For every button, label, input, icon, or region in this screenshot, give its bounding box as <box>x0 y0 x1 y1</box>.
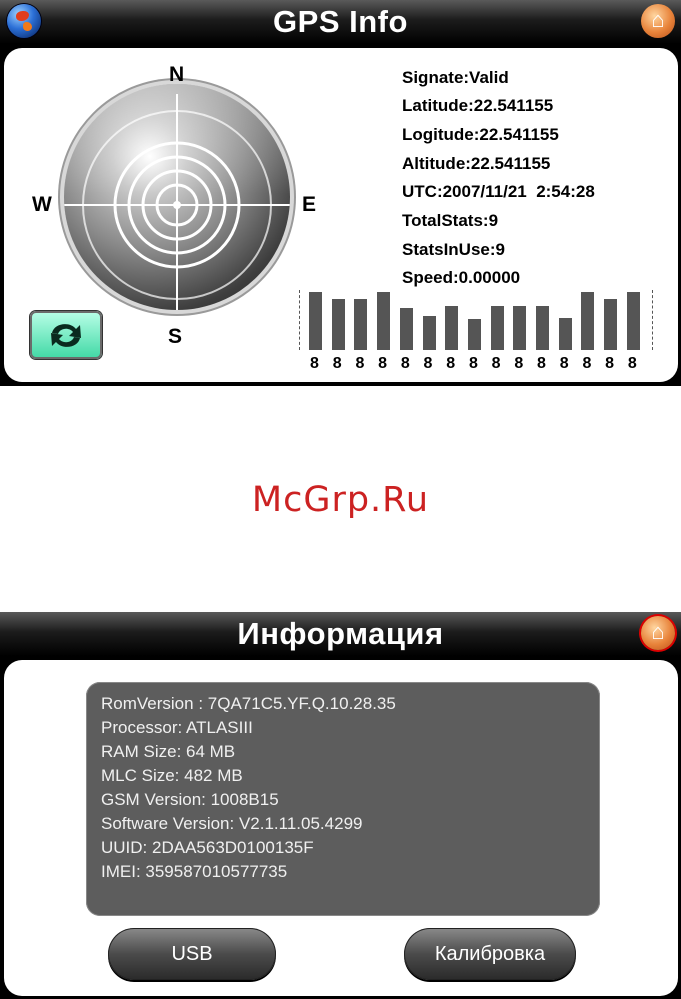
satellite-bar <box>354 299 368 350</box>
satellite-bar <box>626 292 640 350</box>
calibration-button[interactable]: Калибровка <box>404 928 576 980</box>
compass-west: W <box>32 193 52 216</box>
processor: Processor: ATLASIII <box>101 718 253 737</box>
satellite-id-label: 8 <box>310 355 319 372</box>
satellite-bar <box>467 319 481 350</box>
software-version: Software Version: V2.1.11.05.4299 <box>101 814 363 833</box>
satellites-in-use: StatsInUse:9 <box>402 240 505 259</box>
satellite-bar <box>536 306 549 350</box>
mlc-size: MLC Size: 482 MB <box>101 766 243 785</box>
home-icon[interactable]: ⌂ <box>641 616 675 650</box>
satellite-id-label: 8 <box>491 355 501 372</box>
satellite-id-label: 8 <box>605 355 615 372</box>
gsm-version: GSM Version: 1008B15 <box>101 790 279 809</box>
satellite-id-label: 8 <box>514 355 524 372</box>
gps-title: GPS Info <box>273 4 408 39</box>
satellite-id-label: 8 <box>355 355 365 372</box>
satellite-bar <box>604 299 618 350</box>
satellite-signal-bars <box>299 290 653 350</box>
home-icon[interactable]: ⌂ <box>641 4 675 38</box>
gps-title-bar: GPS Info ⌂ <box>0 0 681 44</box>
satellite-bar <box>377 292 391 350</box>
altitude-value: Altitude:22.541155 <box>402 154 551 173</box>
refresh-icon <box>51 324 81 347</box>
ram-size: RAM Size: 64 MB <box>101 742 236 761</box>
refresh-button[interactable] <box>30 311 102 359</box>
satellite-id-label: 8 <box>537 355 546 372</box>
satellite-bar <box>445 306 459 350</box>
satellite-id-label: 8 <box>446 355 456 372</box>
signal-status: Signate:Valid <box>402 68 509 87</box>
satellite-bar <box>490 306 504 350</box>
total-satellites: TotalStats:9 <box>402 211 499 230</box>
longitude-value: Logitude:22.541155 <box>402 125 559 144</box>
satellite-id-label: 8 <box>468 355 478 372</box>
info-title: Информация <box>237 616 444 651</box>
satellite-id-label: 8 <box>627 355 637 372</box>
satellite-id-label: 8 <box>423 355 433 372</box>
info-title-bar: Информация ⌂ <box>0 612 681 656</box>
imei: IMEI: 359587010577735 <box>101 862 288 881</box>
satellite-bar <box>581 292 595 350</box>
uuid: UUID: 2DAA563D0100135F <box>101 838 314 857</box>
satellite-bar <box>513 306 527 350</box>
satellite-bar <box>331 299 345 350</box>
rom-version: RomVersion : 7QA71C5.YF.Q.10.28.35 <box>101 694 396 713</box>
satellite-id-label: 8 <box>400 355 410 372</box>
speed-value: Speed:0.00000 <box>402 268 521 287</box>
satellite-bar <box>309 292 322 350</box>
satellite-bar <box>399 308 413 350</box>
compass-dial <box>64 84 290 310</box>
satellite-id-label: 8 <box>332 355 342 372</box>
gps-info-screen: GPS Info ⌂ N E S W Signate:Valid Latitud… <box>0 0 681 386</box>
watermark-text: McGrp.Ru <box>251 480 430 520</box>
utc-time: UTC:2007/11/21 2:54:28 <box>402 182 595 201</box>
satellite-bar <box>558 318 572 350</box>
satellite-id-label: 8 <box>378 355 388 372</box>
latitude-value: Latitude:22.541155 <box>402 96 554 115</box>
satellite-id-label: 8 <box>582 355 592 372</box>
satellite-bar <box>422 316 436 350</box>
compass-south: S <box>168 325 183 348</box>
satellite-id-label: 8 <box>559 355 569 372</box>
compass-north: N <box>169 63 185 86</box>
compass-east: E <box>302 193 317 216</box>
usb-button[interactable]: USB <box>108 928 276 980</box>
